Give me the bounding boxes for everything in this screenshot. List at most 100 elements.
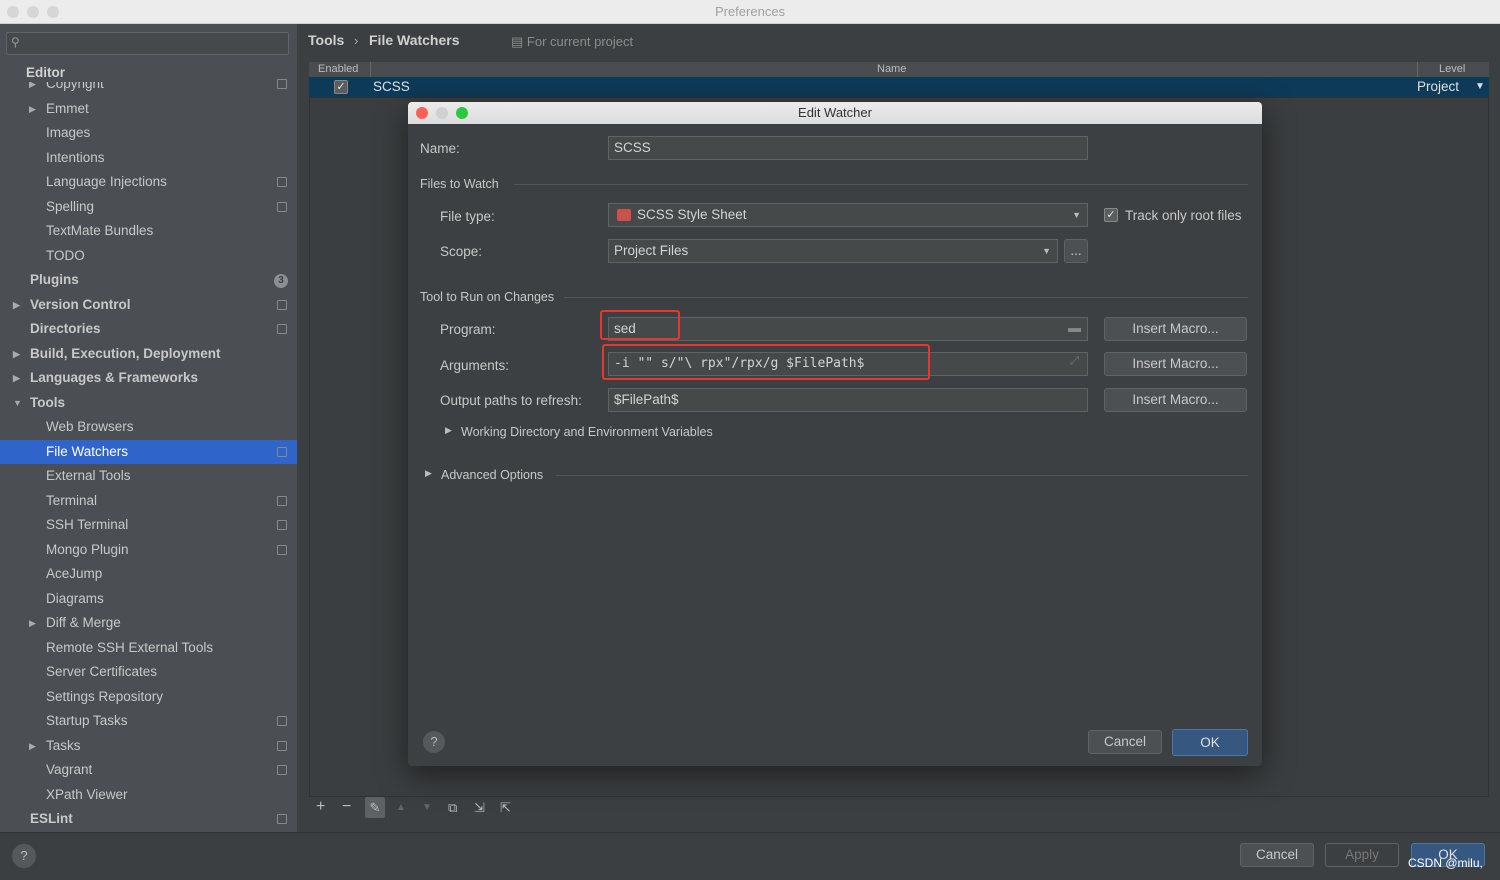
program-highlight xyxy=(600,310,680,340)
move-down-icon[interactable]: ▼ xyxy=(422,802,432,813)
sidebar-item-web-browsers[interactable]: Web Browsers xyxy=(0,415,297,440)
chevron-down-icon[interactable]: ▼ xyxy=(13,391,22,416)
chevron-right-icon[interactable]: ▶ xyxy=(29,97,36,122)
program-input[interactable]: sed xyxy=(608,317,1088,341)
chevron-right-icon[interactable]: ▶ xyxy=(13,342,20,367)
folder-icon[interactable]: ▬ xyxy=(1068,320,1081,335)
sidebar-item-label: ESLint xyxy=(30,811,73,826)
project-scope-icon xyxy=(277,177,287,187)
file-type-select[interactable]: SCSS Style Sheet ▼ xyxy=(608,203,1088,227)
sidebar-item-ssh-terminal[interactable]: SSH Terminal xyxy=(0,513,297,538)
add-icon[interactable]: + xyxy=(316,798,325,816)
chevron-right-icon[interactable]: ▶ xyxy=(13,293,20,318)
import-icon[interactable]: ⇲ xyxy=(474,800,485,816)
arguments-highlight xyxy=(602,344,930,380)
sidebar-item-label: TextMate Bundles xyxy=(46,223,154,238)
help-button[interactable]: ? xyxy=(12,844,36,868)
sidebar-item-external-tools[interactable]: External Tools xyxy=(0,464,297,489)
dialog-minimize-button[interactable] xyxy=(436,107,448,119)
project-scope-icon xyxy=(277,201,287,212)
expand-arrow-icon[interactable]: ▶ xyxy=(425,468,432,479)
copy-icon[interactable]: ⧉ xyxy=(448,800,457,816)
chevron-right-icon[interactable]: ▶ xyxy=(29,734,36,759)
sidebar-item-build-execution-deployment[interactable]: ▶ Build, Execution, Deployment xyxy=(0,342,297,367)
settings-search-input[interactable]: ⚲ xyxy=(6,32,289,55)
dialog-cancel-button[interactable]: Cancel xyxy=(1088,730,1162,754)
sidebar-item-version-control[interactable]: ▶ Version Control xyxy=(0,293,297,318)
insert-macro-arguments-button[interactable]: Insert Macro... xyxy=(1104,352,1247,376)
export-icon[interactable]: ⇱ xyxy=(500,800,511,816)
sidebar-item-diff-merge[interactable]: ▶ Diff & Merge xyxy=(0,611,297,636)
dialog-close-button[interactable] xyxy=(416,107,428,119)
move-up-icon[interactable]: ▲ xyxy=(396,802,406,813)
name-input[interactable]: SCSS xyxy=(608,136,1088,160)
remove-icon[interactable]: − xyxy=(342,798,351,816)
watcher-level[interactable]: Project xyxy=(1417,77,1459,97)
sidebar-item-textmate-bundles[interactable]: TextMate Bundles xyxy=(0,219,297,244)
sidebar-item-settings-repository[interactable]: Settings Repository xyxy=(0,685,297,710)
chevron-down-icon[interactable]: ▼ xyxy=(1475,77,1485,97)
project-scope-icon xyxy=(277,814,287,824)
project-scope-icon xyxy=(277,495,287,506)
sidebar-item-eslint[interactable]: ESLint xyxy=(0,807,297,832)
sidebar-item-spelling[interactable]: Spelling xyxy=(0,195,297,220)
sidebar-item-xpath-viewer[interactable]: XPath Viewer xyxy=(0,783,297,808)
scope-browse-button[interactable]: ... xyxy=(1064,239,1088,263)
sidebar-item-acejump[interactable]: AceJump xyxy=(0,562,297,587)
cancel-button[interactable]: Cancel xyxy=(1240,843,1314,867)
sidebar-item-vagrant[interactable]: Vagrant xyxy=(0,758,297,783)
sidebar-item-label: Emmet xyxy=(46,100,89,116)
apply-button[interactable]: Apply xyxy=(1325,843,1399,867)
sidebar-item-tools[interactable]: ▼ Tools xyxy=(0,391,297,416)
sidebar-item-images[interactable]: Images xyxy=(0,121,297,146)
column-level[interactable]: Level xyxy=(1439,62,1465,77)
sidebar-item-remote-ssh-external-tools[interactable]: Remote SSH External Tools xyxy=(0,636,297,661)
edit-icon[interactable]: ✎ xyxy=(365,797,385,818)
chevron-right-icon[interactable]: ▶ xyxy=(29,611,36,636)
column-enabled[interactable]: Enabled xyxy=(318,62,358,77)
dialog-ok-button[interactable]: OK xyxy=(1172,729,1248,756)
breadcrumb-parent[interactable]: Tools xyxy=(308,32,344,48)
sidebar-item-directories[interactable]: Directories xyxy=(0,317,297,342)
window-titlebar: Preferences xyxy=(0,0,1500,24)
sidebar-item-label: Tasks xyxy=(46,737,81,753)
project-scope-icon xyxy=(277,79,287,89)
expand-icon[interactable]: ⤢ xyxy=(1070,355,1079,368)
close-window-button[interactable] xyxy=(7,6,19,18)
sidebar-item-startup-tasks[interactable]: Startup Tasks xyxy=(0,709,297,734)
sidebar-item-file-watchers[interactable]: File Watchers xyxy=(0,439,297,464)
insert-macro-output-button[interactable]: Insert Macro... xyxy=(1104,388,1247,412)
sidebar-item-diagrams[interactable]: Diagrams xyxy=(0,587,297,612)
tool-section: Tool to Run on Changes xyxy=(420,290,555,304)
output-paths-input[interactable]: $FilePath$ xyxy=(608,388,1088,412)
sidebar-item-terminal[interactable]: Terminal xyxy=(0,489,297,514)
track-root-label[interactable]: Track only root files xyxy=(1125,208,1242,223)
track-root-checkbox[interactable]: ✓ xyxy=(1104,208,1118,222)
table-row[interactable]: ✓ SCSS Project ▼ xyxy=(309,77,1489,97)
enabled-checkbox[interactable]: ✓ xyxy=(334,80,348,94)
sidebar-item-server-certificates[interactable]: Server Certificates xyxy=(0,660,297,685)
sidebar-item-languages-frameworks[interactable]: ▶ Languages & Frameworks xyxy=(0,366,297,391)
sidebar-item-intentions[interactable]: Intentions xyxy=(0,146,297,171)
sidebar-item-mongo-plugin[interactable]: Mongo Plugin xyxy=(0,538,297,563)
sidebar-item-label: AceJump xyxy=(46,566,103,581)
project-scope-icon: ▤ xyxy=(511,34,527,49)
dialog-help-button[interactable]: ? xyxy=(423,731,445,753)
minimize-window-button[interactable] xyxy=(27,6,39,18)
sidebar-item-emmet[interactable]: ▶ Emmet xyxy=(0,97,297,122)
column-name[interactable]: Name xyxy=(877,62,906,77)
advanced-options-toggle[interactable]: Advanced Options xyxy=(441,468,543,482)
insert-macro-program-button[interactable]: Insert Macro... xyxy=(1104,317,1247,341)
sidebar-item-language-injections[interactable]: Language Injections xyxy=(0,170,297,195)
sidebar-item-plugins[interactable]: Plugins 3 xyxy=(0,268,297,293)
chevron-right-icon[interactable]: ▶ xyxy=(13,366,20,391)
sidebar-item-tasks[interactable]: ▶ Tasks xyxy=(0,734,297,759)
sidebar-header-editor: Editor xyxy=(26,64,276,82)
dialog-maximize-button[interactable] xyxy=(456,107,468,119)
expand-arrow-icon[interactable]: ▶ xyxy=(445,425,452,436)
working-directory-toggle[interactable]: Working Directory and Environment Variab… xyxy=(461,425,713,439)
sidebar-item-todo[interactable]: TODO xyxy=(0,244,297,269)
watcher-name: SCSS xyxy=(373,79,410,94)
scope-select[interactable]: Project Files ▼ xyxy=(608,239,1058,263)
maximize-window-button[interactable] xyxy=(47,6,59,18)
